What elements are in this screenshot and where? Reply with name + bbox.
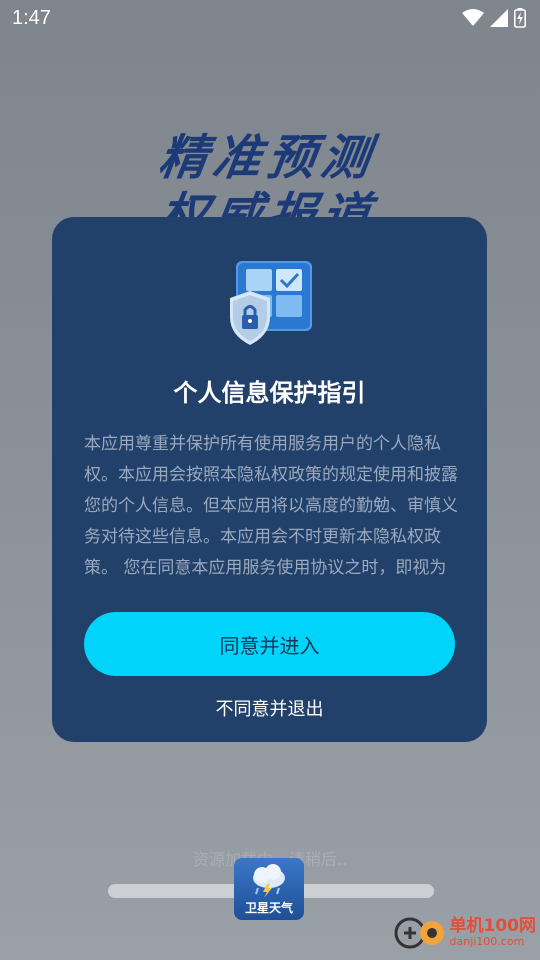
watermark-name: 单机100网	[449, 916, 537, 937]
watermark-url: danji100.com	[449, 935, 525, 949]
watermark: 单机100网 danji100.com	[394, 916, 537, 950]
signal-icon	[490, 9, 508, 27]
wifi-icon	[462, 9, 484, 26]
status-bar: 1:47	[0, 0, 540, 36]
app-logo: 卫星天气	[234, 858, 304, 920]
status-time: 1:47	[12, 6, 51, 29]
status-icons	[462, 8, 526, 28]
danji-logo-icon	[394, 917, 444, 949]
dialog-title: 个人信息保护指引	[173, 379, 366, 407]
battery-charging-icon	[514, 8, 526, 28]
privacy-shield-icon	[230, 261, 312, 345]
cloud-rain-icon	[253, 864, 285, 898]
privacy-policy-text[interactable]: 本应用尊重并保护所有使用服务用户的个人隐私权。本应用会按照本隐私权政策的规定使用…	[84, 429, 458, 579]
disagree-button[interactable]: 不同意并退出	[52, 695, 487, 721]
app-logo-label: 卫星天气	[244, 901, 293, 915]
agree-button[interactable]: 同意并进入	[84, 612, 455, 676]
privacy-dialog: 个人信息保护指引 本应用尊重并保护所有使用服务用户的个人隐私权。本应用会按照本隐…	[52, 217, 487, 742]
